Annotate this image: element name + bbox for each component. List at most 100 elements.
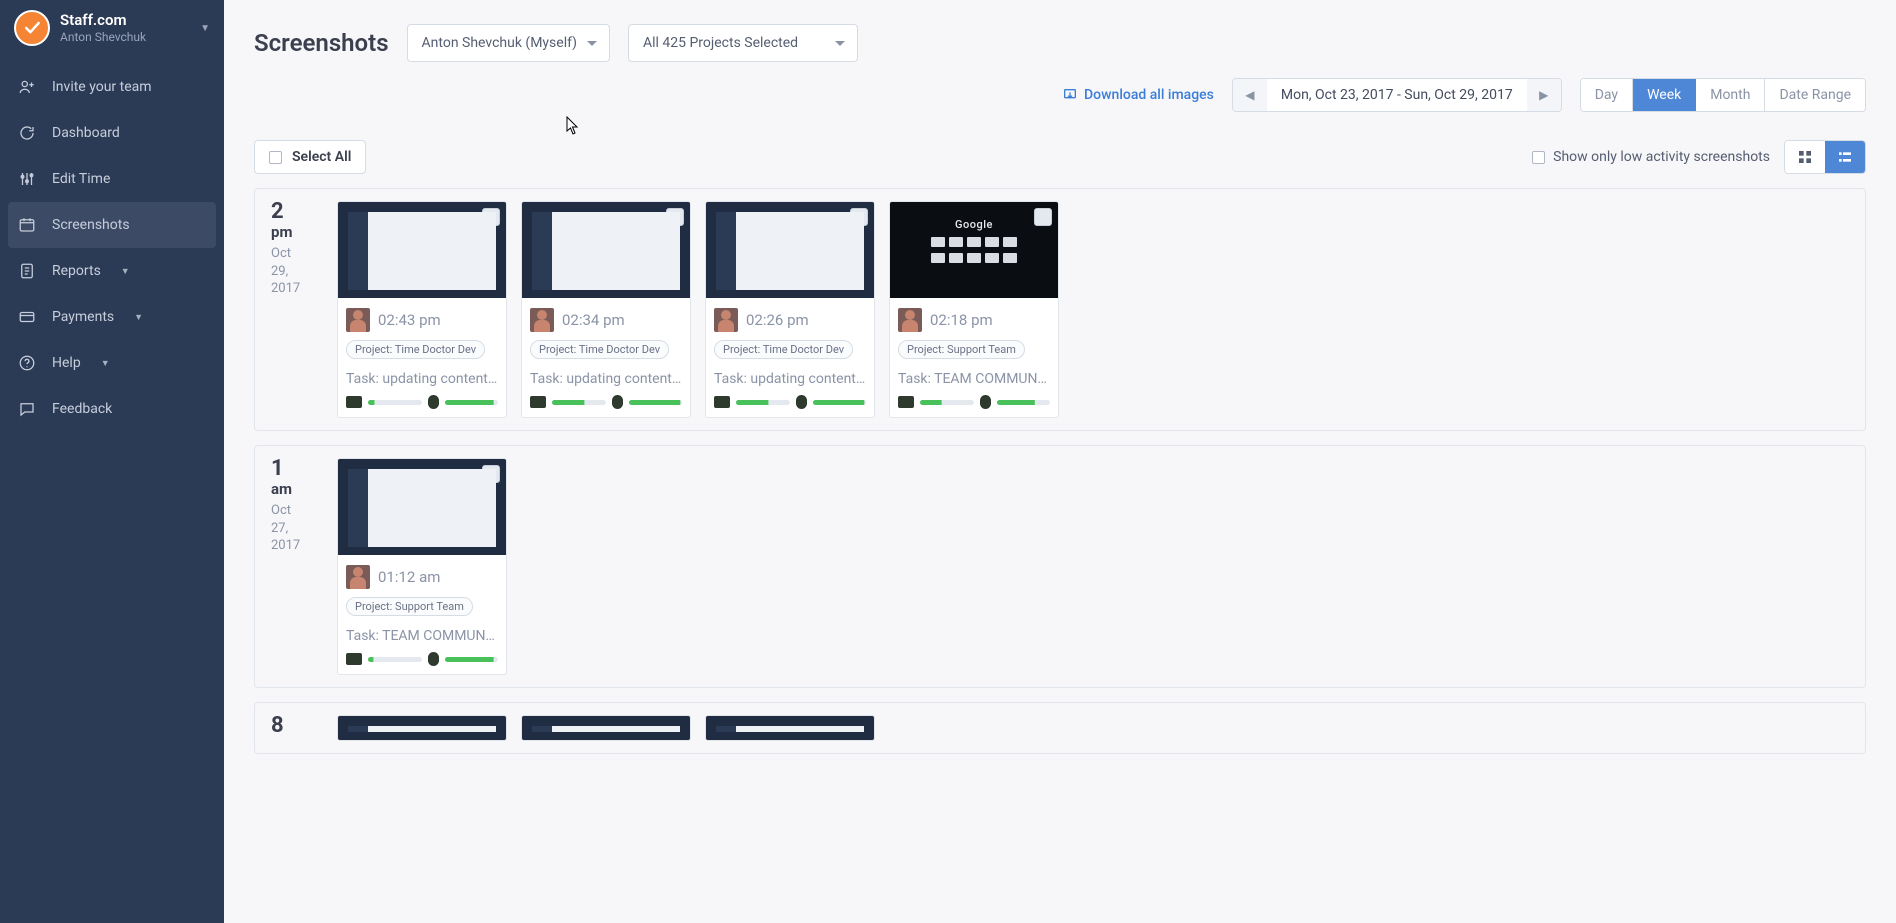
screenshot-card[interactable] (521, 715, 691, 741)
nav-label: Reports (52, 263, 101, 279)
card-body: 01:12 am Project: Support Team Task: TEA… (338, 555, 506, 674)
screenshot-card[interactable] (337, 715, 507, 741)
main: Screenshots Anton Shevchuk (Myself) All … (224, 0, 1896, 923)
date-range-display[interactable]: Mon, Oct 23, 2017 - Sun, Oct 29, 2017 (1267, 79, 1527, 111)
screenshot-card[interactable] (705, 715, 875, 741)
mouse-icon (428, 395, 439, 409)
activity-bars (530, 395, 682, 409)
checkbox-icon (1532, 151, 1545, 164)
date-picker: ◀ Mon, Oct 23, 2017 - Sun, Oct 29, 2017 … (1232, 78, 1562, 112)
group-date: Oct29,2017 (271, 245, 317, 298)
screenshot-card[interactable]: 02:34 pm Project: Time Doctor Dev Task: … (521, 201, 691, 418)
range-tab-month[interactable]: Month (1695, 79, 1764, 111)
nav-feedback[interactable]: Feedback (0, 386, 224, 432)
screenshot-thumbnail[interactable] (338, 716, 506, 740)
screenshot-thumbnail[interactable] (522, 716, 690, 740)
project-select[interactable]: All 425 Projects Selected (628, 24, 858, 62)
nav-label: Screenshots (52, 217, 130, 233)
page-title: Screenshots (254, 29, 389, 57)
screenshot-thumbnail[interactable] (338, 459, 506, 555)
screenshot-card[interactable]: 02:43 pm Project: Time Doctor Dev Task: … (337, 201, 507, 418)
card-body: 02:34 pm Project: Time Doctor Dev Task: … (522, 298, 690, 417)
nav-payments[interactable]: Payments ▼ (0, 294, 224, 340)
screenshot-thumbnail[interactable]: Google (890, 202, 1058, 298)
group-hour: 8 (271, 715, 317, 737)
project-pill: Project: Time Doctor Dev (530, 340, 669, 359)
nav-invite[interactable]: Invite your team (0, 64, 224, 110)
download-icon (1062, 87, 1078, 103)
activity-bars (346, 395, 498, 409)
range-tab-custom[interactable]: Date Range (1764, 79, 1865, 111)
group-time-label: 8 (271, 715, 317, 737)
screenshot-time: 02:43 pm (378, 311, 441, 329)
user-plus-icon (18, 78, 36, 96)
range-tab-day[interactable]: Day (1581, 79, 1632, 111)
screenshot-group: 1amOct27,2017 01:12 am Project: Support … (254, 445, 1866, 688)
keyboard-icon (530, 396, 546, 408)
screenshot-thumbnail[interactable] (338, 202, 506, 298)
nav-label: Dashboard (52, 125, 120, 141)
mouse-icon (980, 395, 991, 409)
view-list-button[interactable] (1825, 141, 1865, 173)
task-label: Task: updating content… (346, 371, 498, 387)
date-prev-button[interactable]: ◀ (1233, 79, 1267, 111)
sliders-icon (18, 170, 36, 188)
brand-title: Staff.com (60, 12, 146, 29)
screenshot-thumbnail[interactable] (706, 716, 874, 740)
brand-switcher[interactable]: Staff.com Anton Shevchuk ▼ (0, 0, 224, 64)
view-grid-button[interactable] (1785, 141, 1825, 173)
project-pill: Project: Time Doctor Dev (714, 340, 853, 359)
checkbox-icon (269, 151, 282, 164)
task-label: Task: updating content… (530, 371, 682, 387)
group-time-label: 1amOct27,2017 (271, 458, 317, 555)
screenshot-card[interactable]: 02:26 pm Project: Time Doctor Dev Task: … (705, 201, 875, 418)
activity-bars (346, 652, 498, 666)
screenshot-card[interactable]: Google 02:18 pm Project: Support Team Ta… (889, 201, 1059, 418)
nav-dashboard[interactable]: Dashboard (0, 110, 224, 156)
range-tab-week[interactable]: Week (1632, 79, 1695, 111)
nav-reports[interactable]: Reports ▼ (0, 248, 224, 294)
screenshot-thumbnail[interactable] (522, 202, 690, 298)
nav-edit-time[interactable]: Edit Time (0, 156, 224, 202)
card-body: 02:18 pm Project: Support Team Task: TEA… (890, 298, 1058, 417)
screenshot-checkbox[interactable] (1034, 208, 1052, 226)
select-all-label: Select All (292, 149, 351, 165)
view-toggle (1784, 140, 1866, 174)
download-all-link[interactable]: Download all images (1062, 87, 1214, 103)
task-label: Task: updating content… (714, 371, 866, 387)
user-avatar (346, 565, 370, 589)
group-hour: 1 (271, 458, 317, 480)
screenshot-group: 2pmOct29,2017 02:43 pm Project: Time Doc… (254, 188, 1866, 431)
mouse-icon (428, 652, 439, 666)
brand-logo-icon (14, 10, 50, 46)
credit-card-icon (18, 308, 36, 326)
screenshot-time: 01:12 am (378, 568, 440, 586)
nav-help[interactable]: Help ▼ (0, 340, 224, 386)
group-hour: 2 (271, 201, 317, 223)
nav-screenshots[interactable]: Screenshots (8, 202, 216, 248)
range-tabs: Day Week Month Date Range (1580, 78, 1866, 112)
screenshot-time: 02:18 pm (930, 311, 993, 329)
sidebar: Staff.com Anton Shevchuk ▼ Invite your t… (0, 0, 224, 923)
chevron-down-icon: ▼ (200, 23, 210, 34)
select-all-button[interactable]: Select All (254, 140, 366, 174)
screenshot-card[interactable]: 01:12 am Project: Support Team Task: TEA… (337, 458, 507, 675)
document-icon (18, 262, 36, 280)
user-select[interactable]: Anton Shevchuk (Myself) (407, 24, 610, 62)
screenshot-group: 8 (254, 702, 1866, 754)
mouse-icon (796, 395, 807, 409)
low-activity-toggle[interactable]: Show only low activity screenshots (1532, 149, 1770, 165)
refresh-icon (18, 124, 36, 142)
screenshot-time: 02:26 pm (746, 311, 809, 329)
keyboard-icon (346, 653, 362, 665)
date-next-button[interactable]: ▶ (1527, 79, 1561, 111)
nav-label: Payments (52, 309, 114, 325)
nav-label: Feedback (52, 401, 112, 417)
group-time-label: 2pmOct29,2017 (271, 201, 317, 298)
screenshot-thumbnail[interactable] (706, 202, 874, 298)
user-avatar (898, 308, 922, 332)
task-label: Task: TEAM COMMUN… (346, 628, 498, 644)
list-icon (1837, 149, 1853, 165)
project-pill: Project: Support Team (346, 597, 473, 616)
nav-label: Edit Time (52, 171, 110, 187)
